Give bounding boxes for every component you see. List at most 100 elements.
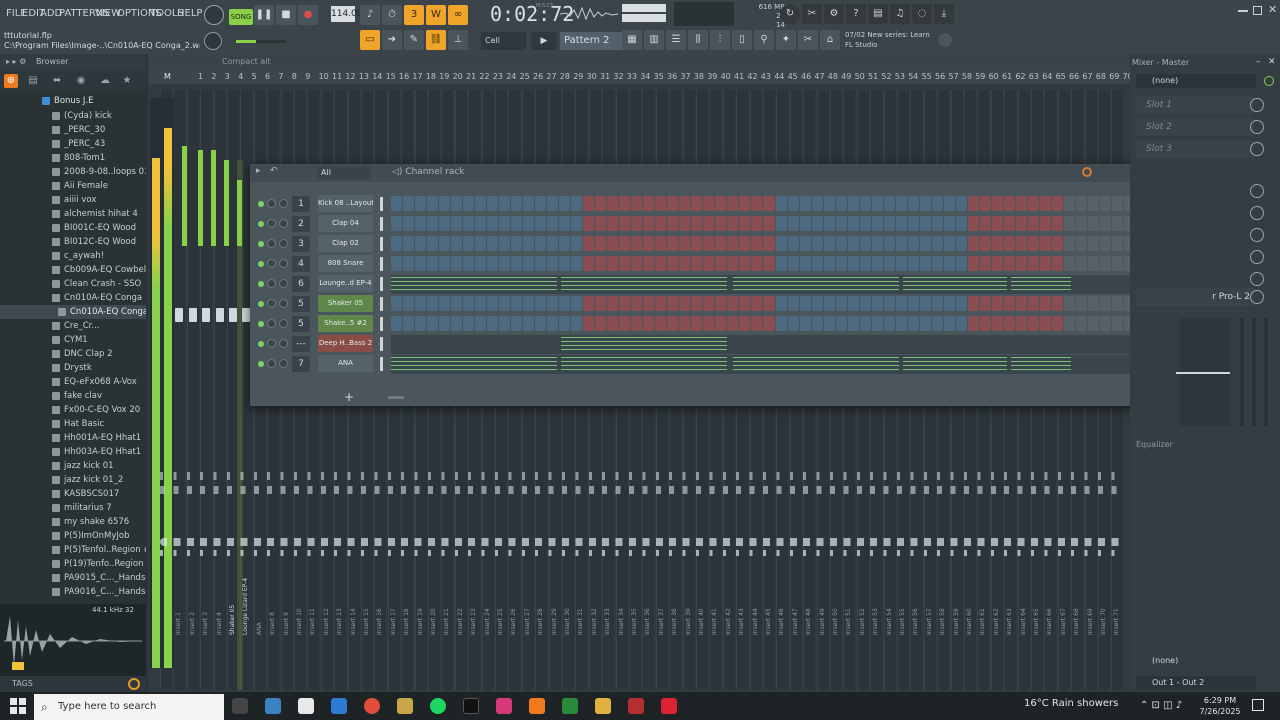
browser-item[interactable]: PA9015_C..._Hands-15: [0, 571, 146, 585]
step-button[interactable]: [631, 196, 643, 211]
step-button[interactable]: [943, 296, 955, 311]
channel-pan-knob[interactable]: [267, 219, 276, 228]
step-button[interactable]: [763, 316, 775, 331]
taskbar-search-input[interactable]: Type here to search: [34, 694, 224, 720]
step-button[interactable]: [439, 296, 451, 311]
step-button[interactable]: [1051, 216, 1063, 231]
step-button[interactable]: [463, 196, 475, 211]
close-icon[interactable]: ✕: [1268, 3, 1277, 16]
step-button[interactable]: [823, 216, 835, 231]
step-button[interactable]: [427, 296, 439, 311]
step-button[interactable]: [1075, 216, 1087, 231]
step-button[interactable]: [1027, 296, 1039, 311]
step-button[interactable]: [463, 316, 475, 331]
windows-start-icon[interactable]: [10, 698, 26, 714]
step-button[interactable]: [451, 236, 463, 251]
step-button[interactable]: [979, 316, 991, 331]
plugin-picker-icon[interactable]: ✂: [802, 4, 822, 24]
browser-item[interactable]: Hh003A-EQ Hhat1: [0, 445, 146, 459]
step-button[interactable]: [703, 296, 715, 311]
step-button[interactable]: [1111, 316, 1123, 331]
step-button[interactable]: [823, 256, 835, 271]
step-button[interactable]: [499, 316, 511, 331]
step-button[interactable]: [475, 296, 487, 311]
step-button[interactable]: [871, 236, 883, 251]
step-button[interactable]: [703, 236, 715, 251]
step-button[interactable]: [607, 296, 619, 311]
step-button[interactable]: [1111, 196, 1123, 211]
playlist-snap-icon[interactable]: ▭: [360, 30, 380, 50]
step-button[interactable]: [475, 256, 487, 271]
piano-roll-preview[interactable]: [391, 275, 1159, 294]
link-icon[interactable]: ⛓: [426, 30, 446, 50]
browser-item[interactable]: alchemist hihat 4: [0, 207, 146, 221]
step-button[interactable]: [571, 316, 583, 331]
step-button[interactable]: [427, 316, 439, 331]
channel-pan-knob[interactable]: [267, 259, 276, 268]
step-button[interactable]: [427, 196, 439, 211]
step-button[interactable]: [667, 296, 679, 311]
step-button[interactable]: [1099, 236, 1111, 251]
channel-select-bar[interactable]: [380, 197, 383, 211]
step-button[interactable]: [991, 316, 1003, 331]
channel-mixer-track[interactable]: 4: [292, 256, 310, 272]
step-button[interactable]: [931, 216, 943, 231]
step-button[interactable]: [631, 256, 643, 271]
step-button[interactable]: [583, 196, 595, 211]
step-button[interactable]: [391, 296, 403, 311]
step-button[interactable]: [1087, 196, 1099, 211]
step-button[interactable]: [931, 236, 943, 251]
maximize-icon[interactable]: [1253, 6, 1262, 15]
channel-volume-knob[interactable]: [279, 259, 288, 268]
step-button[interactable]: [655, 216, 667, 231]
step-button[interactable]: [1015, 296, 1027, 311]
browser-item[interactable]: _PERC_43: [0, 137, 146, 151]
step-button[interactable]: [595, 316, 607, 331]
step-button[interactable]: [727, 236, 739, 251]
step-button[interactable]: [883, 296, 895, 311]
step-button[interactable]: [943, 256, 955, 271]
step-button[interactable]: [967, 216, 979, 231]
channel-row[interactable]: 2 Clap 04: [250, 215, 1176, 235]
mixer-icon[interactable]: ⫼: [688, 30, 708, 50]
step-button[interactable]: [919, 256, 931, 271]
step-button[interactable]: [487, 216, 499, 231]
folder-app-icon[interactable]: [595, 698, 611, 714]
step-button[interactable]: [547, 216, 559, 231]
step-button[interactable]: [1039, 216, 1051, 231]
step-button[interactable]: [619, 236, 631, 251]
step-button[interactable]: [607, 196, 619, 211]
step-button[interactable]: [583, 316, 595, 331]
sample-marker[interactable]: [12, 662, 24, 670]
channel-row[interactable]: --- Deep H..Bass 2: [250, 335, 1176, 355]
step-button[interactable]: [991, 236, 1003, 251]
step-button[interactable]: [967, 296, 979, 311]
step-button[interactable]: [571, 196, 583, 211]
step-button[interactable]: [691, 316, 703, 331]
step-button[interactable]: [703, 256, 715, 271]
channel-mute-led[interactable]: [258, 281, 264, 287]
channel-pan-knob[interactable]: [267, 299, 276, 308]
step-button[interactable]: [1003, 296, 1015, 311]
step-button[interactable]: [487, 256, 499, 271]
task-view-icon[interactable]: [232, 698, 248, 714]
plugin-icon[interactable]: ⚲: [754, 30, 774, 50]
channel-volume-knob[interactable]: [279, 199, 288, 208]
step-button[interactable]: [403, 316, 415, 331]
step-button[interactable]: [871, 216, 883, 231]
step-button[interactable]: [595, 256, 607, 271]
step-button[interactable]: [607, 236, 619, 251]
channel-name-button[interactable]: ANA: [318, 355, 373, 372]
step-button[interactable]: [415, 296, 427, 311]
step-button[interactable]: [823, 236, 835, 251]
step-button[interactable]: [427, 256, 439, 271]
weather-widget[interactable]: 16°C Rain showers: [1024, 698, 1118, 709]
browser-item[interactable]: Hh001A-EQ Hhat1: [0, 431, 146, 445]
rack-menu-icon[interactable]: ▸: [256, 166, 261, 176]
step-button[interactable]: [739, 296, 751, 311]
channel-name-button[interactable]: Kick 08 ..Layout: [318, 195, 373, 212]
step-button[interactable]: [727, 196, 739, 211]
step-button[interactable]: [535, 296, 547, 311]
step-button[interactable]: [619, 196, 631, 211]
step-button[interactable]: [595, 216, 607, 231]
